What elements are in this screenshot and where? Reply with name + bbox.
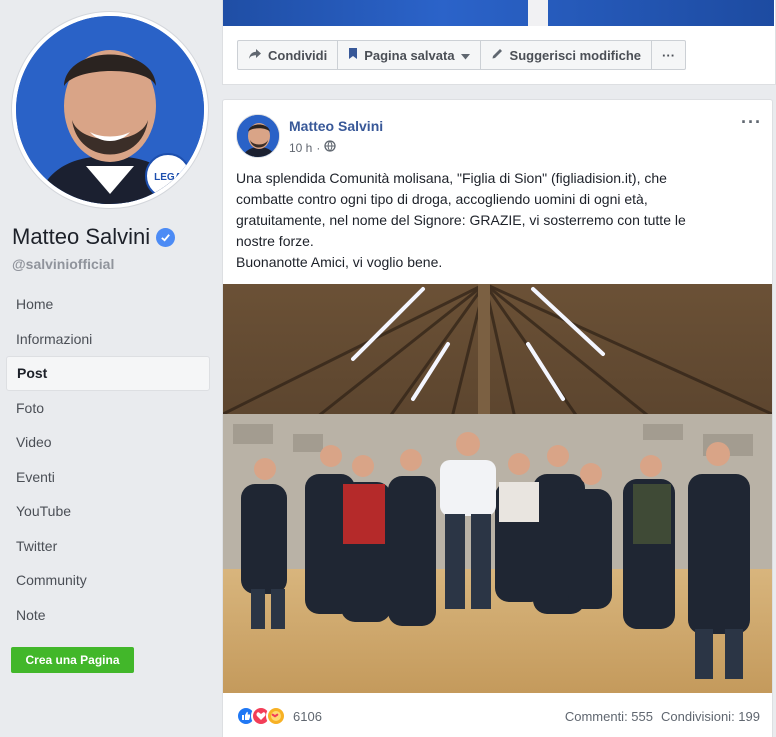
page-actions: Condividi Pagina salvata Suggerisci modi…: [237, 40, 687, 70]
sidebar-item-eventi[interactable]: Eventi: [6, 460, 210, 495]
cover-photo[interactable]: [223, 0, 774, 26]
globe-icon: [324, 140, 337, 155]
sidebar-item-video[interactable]: Video: [6, 425, 210, 460]
sidebar-item-informazioni[interactable]: Informazioni: [6, 322, 210, 357]
share-label: Condividi: [268, 47, 328, 63]
sidebar-item-community[interactable]: Community: [6, 563, 210, 598]
sidebar-item-note[interactable]: Note: [6, 598, 210, 633]
saved-page-label: Pagina salvata: [364, 47, 455, 63]
post-reactions[interactable]: 6106: [236, 706, 322, 726]
post-text-line: nostre forze.: [236, 233, 314, 249]
page-username[interactable]: @salviniofficial: [12, 256, 114, 272]
post-timestamp[interactable]: 10 h: [289, 141, 312, 155]
care-icon: [266, 706, 286, 726]
reaction-count[interactable]: 6106: [293, 709, 322, 724]
group-photo-illustration: [223, 284, 772, 693]
post-card: Matteo Salvini 10 h · ··· Una splendida …: [222, 99, 773, 737]
left-sidebar: LEGA Matteo Salvini @salviniofficial Hom…: [0, 0, 222, 737]
post-photo[interactable]: [223, 284, 772, 693]
post-meta: 10 h ·: [289, 140, 337, 155]
sidebar-item-post[interactable]: Post: [6, 356, 210, 391]
suggest-edits-label: Suggerisci modifiche: [509, 47, 642, 63]
page-header-card: Condividi Pagina salvata Suggerisci modi…: [222, 0, 776, 85]
post-text-line: Buonanotte Amici, vi voglio bene.: [236, 254, 443, 270]
shares-count[interactable]: Condivisioni: 199: [661, 709, 760, 724]
sidebar-nav: Home Informazioni Post Foto Video Eventi…: [6, 287, 210, 632]
sidebar-item-foto[interactable]: Foto: [6, 391, 210, 426]
comments-count[interactable]: Commenti: 555: [565, 709, 653, 724]
sidebar-item-youtube[interactable]: YouTube: [6, 494, 210, 529]
profile-photo-illustration: LEGA: [16, 16, 204, 204]
post-options-button[interactable]: ···: [741, 112, 762, 133]
post-text-line: gratuitamente, nel nome del Signore: GRA…: [236, 212, 686, 228]
post-stats: Commenti: 555 Condivisioni: 199: [565, 709, 760, 724]
sidebar-item-twitter[interactable]: Twitter: [6, 529, 210, 564]
saved-page-button[interactable]: Pagina salvata: [337, 40, 481, 70]
more-actions-button[interactable]: ···: [651, 40, 687, 70]
profile-picture[interactable]: LEGA: [12, 12, 208, 208]
post-author-avatar[interactable]: [236, 114, 280, 158]
share-icon: [248, 48, 262, 63]
suggest-edits-button[interactable]: Suggerisci modifiche: [479, 40, 653, 70]
verified-icon: [156, 227, 176, 247]
chevron-down-icon: [460, 48, 470, 63]
post-text-line: combatte contro ogni tipo di droga, acco…: [236, 191, 648, 207]
page-title-text: Matteo Salvini: [12, 224, 151, 249]
lega-badge-text: LEGA: [154, 172, 182, 183]
share-button[interactable]: Condividi: [237, 40, 339, 70]
post-message: Una splendida Comunità molisana, "Figlia…: [236, 168, 746, 273]
pencil-icon: [491, 47, 504, 63]
more-icon: ···: [662, 47, 676, 63]
create-page-button[interactable]: Crea una Pagina: [11, 647, 134, 673]
post-text-line: Una splendida Comunità molisana, "Figlia…: [236, 170, 667, 186]
bookmark-icon: [348, 47, 358, 63]
post-author-name[interactable]: Matteo Salvini: [289, 118, 383, 134]
sidebar-item-home[interactable]: Home: [6, 287, 210, 322]
page-title[interactable]: Matteo Salvini: [12, 224, 176, 250]
